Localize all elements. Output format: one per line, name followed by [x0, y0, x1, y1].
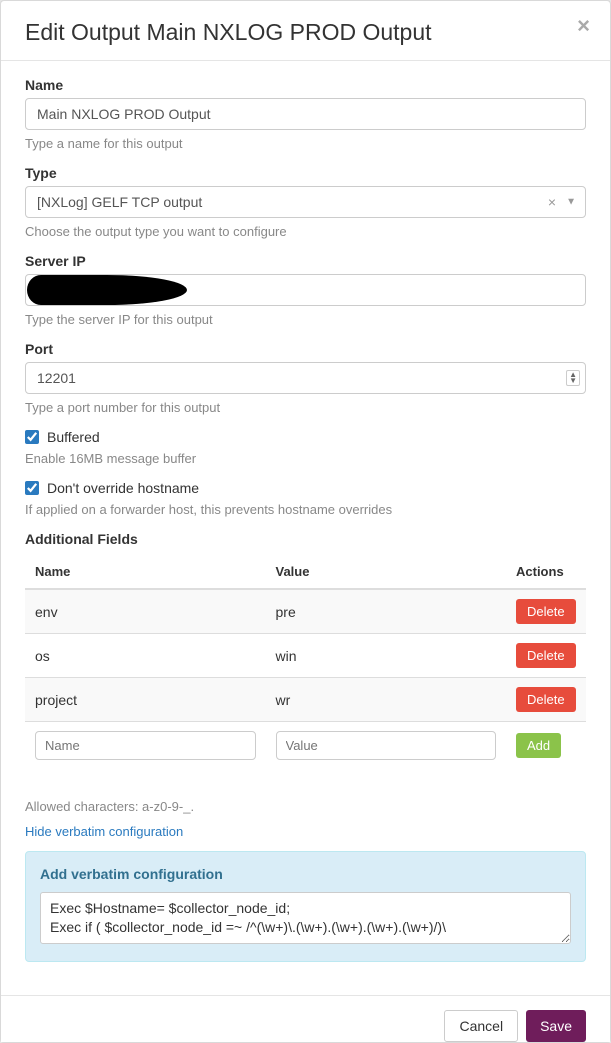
col-name: Name	[25, 555, 266, 589]
additional-fields-heading: Additional Fields	[25, 531, 586, 547]
col-actions: Actions	[506, 555, 586, 589]
add-field-row: Add	[25, 722, 586, 770]
hostname-help: If applied on a forwarder host, this pre…	[25, 502, 586, 517]
hostname-checkbox[interactable]	[25, 481, 39, 495]
port-stepper[interactable]: ▲▼	[566, 370, 580, 386]
cancel-button[interactable]: Cancel	[444, 1010, 518, 1042]
type-help: Choose the output type you want to confi…	[25, 224, 586, 239]
save-button[interactable]: Save	[526, 1010, 586, 1042]
name-help: Type a name for this output	[25, 136, 586, 151]
field-name: os	[25, 634, 266, 678]
table-row: project wr Delete	[25, 678, 586, 722]
modal-title: Edit Output Main NXLOG PROD Output	[25, 19, 586, 46]
redacted-overlay	[27, 275, 187, 305]
modal-header: Edit Output Main NXLOG PROD Output ×	[1, 1, 610, 61]
verbatim-title: Add verbatim configuration	[40, 866, 571, 882]
new-field-name-input[interactable]	[35, 731, 256, 760]
modal-body: Name Type a name for this output Type [N…	[1, 61, 610, 1042]
field-value: win	[266, 634, 507, 678]
port-input[interactable]	[25, 362, 586, 394]
new-field-value-input[interactable]	[276, 731, 497, 760]
modal-footer: Cancel Save	[1, 995, 610, 1042]
table-row: env pre Delete	[25, 589, 586, 634]
field-value: wr	[266, 678, 507, 722]
field-value: pre	[266, 589, 507, 634]
port-help: Type a port number for this output	[25, 400, 586, 415]
verbatim-textarea[interactable]	[40, 892, 571, 944]
table-row: os win Delete	[25, 634, 586, 678]
port-label: Port	[25, 341, 586, 357]
verbatim-panel: Add verbatim configuration	[25, 851, 586, 962]
server-ip-help: Type the server IP for this output	[25, 312, 586, 327]
type-select[interactable]: [NXLog] GELF TCP output	[25, 186, 586, 218]
field-name: env	[25, 589, 266, 634]
add-button[interactable]: Add	[516, 733, 561, 758]
name-input[interactable]	[25, 98, 586, 130]
buffered-label: Buffered	[47, 429, 100, 445]
server-ip-label: Server IP	[25, 253, 586, 269]
delete-button[interactable]: Delete	[516, 643, 576, 668]
col-value: Value	[266, 555, 507, 589]
toggle-verbatim-link[interactable]: Hide verbatim configuration	[25, 824, 183, 839]
clear-type-icon[interactable]: ×	[548, 194, 556, 210]
type-label: Type	[25, 165, 586, 181]
field-name: project	[25, 678, 266, 722]
close-icon[interactable]: ×	[577, 15, 590, 37]
edit-output-modal: Edit Output Main NXLOG PROD Output × Nam…	[0, 0, 611, 1043]
allowed-chars-note: Allowed characters: a-z0-9-_.	[25, 799, 586, 814]
buffered-checkbox[interactable]	[25, 430, 39, 444]
name-label: Name	[25, 77, 586, 93]
delete-button[interactable]: Delete	[516, 687, 576, 712]
chevron-down-icon[interactable]: ▼	[566, 197, 576, 208]
delete-button[interactable]: Delete	[516, 599, 576, 624]
hostname-label: Don't override hostname	[47, 480, 199, 496]
additional-fields-table: Name Value Actions env pre Delete os win…	[25, 555, 586, 769]
buffered-help: Enable 16MB message buffer	[25, 451, 586, 466]
